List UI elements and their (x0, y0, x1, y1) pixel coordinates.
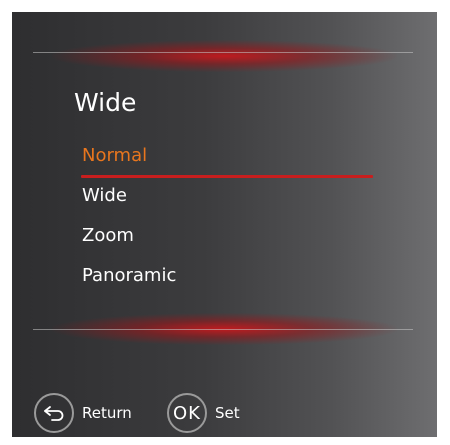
return-button[interactable] (34, 393, 74, 433)
menu-item-panoramic[interactable]: Panoramic (82, 262, 382, 302)
menu-item-wide[interactable]: Wide (82, 182, 382, 222)
return-label: Return (82, 404, 132, 422)
top-divider (33, 52, 413, 53)
set-label: Set (215, 404, 240, 422)
menu-title: Wide (74, 88, 137, 117)
menu-item-normal[interactable]: Normal (81, 142, 382, 182)
ok-button[interactable]: OK (167, 393, 207, 433)
top-glow-decoration (52, 40, 397, 72)
bottom-divider (33, 329, 413, 330)
return-arrow-icon (44, 406, 64, 421)
footer-hints: Return OK Set (12, 387, 437, 437)
aspect-menu: Normal Wide Zoom Panoramic (81, 142, 382, 302)
menu-item-zoom[interactable]: Zoom (82, 222, 382, 262)
osd-panel: Wide Normal Wide Zoom Panoramic Return O… (12, 12, 437, 437)
